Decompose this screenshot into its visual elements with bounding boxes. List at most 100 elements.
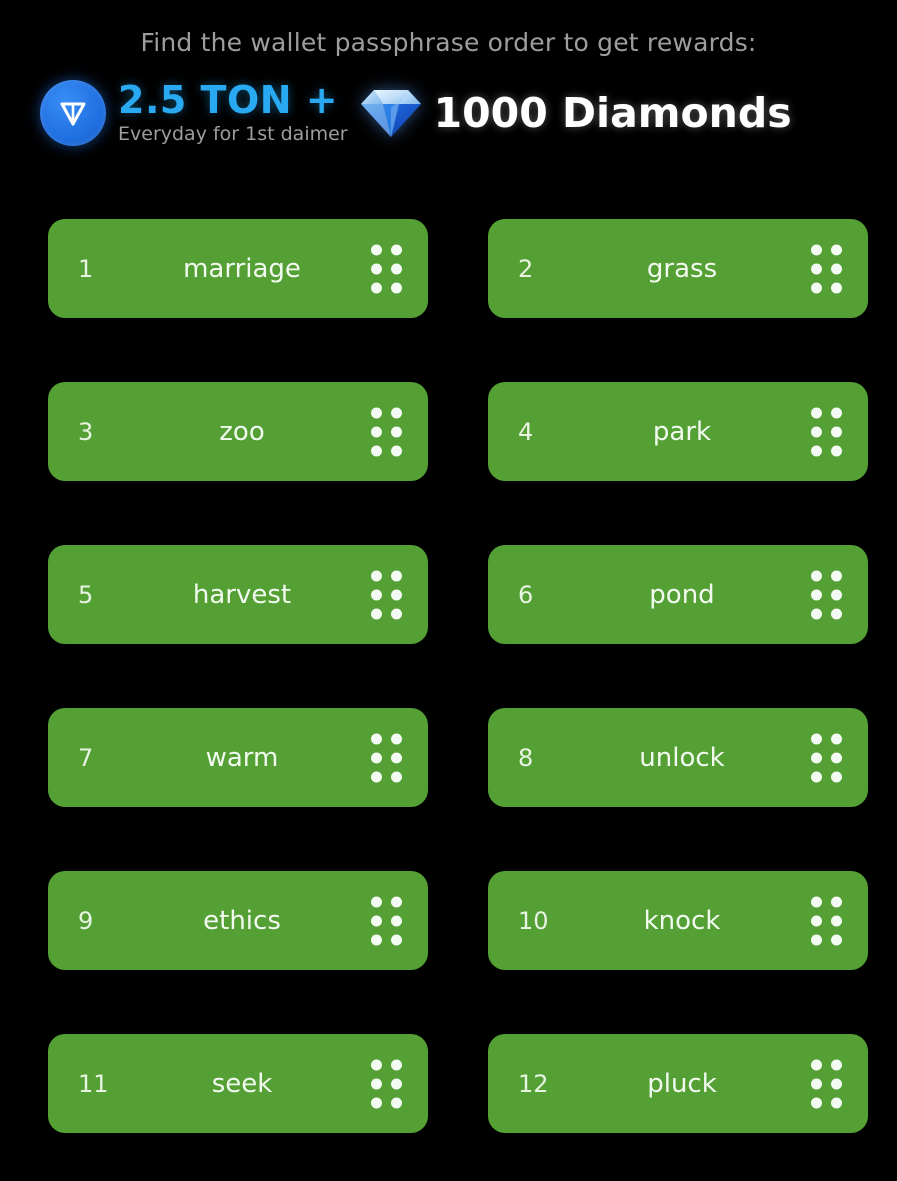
drag-handle-dots-icon[interactable] bbox=[371, 896, 402, 945]
drag-handle-dot bbox=[371, 733, 382, 744]
drag-handle-dots-icon[interactable] bbox=[811, 896, 842, 945]
drag-handle-dot bbox=[391, 570, 402, 581]
drag-handle-dot bbox=[391, 263, 402, 274]
drag-handle-dot bbox=[811, 282, 822, 293]
drag-handle-dot bbox=[811, 1097, 822, 1108]
drag-handle-dot bbox=[811, 445, 822, 456]
drag-handle-dots-icon[interactable] bbox=[811, 733, 842, 782]
drag-handle-dot bbox=[831, 589, 842, 600]
drag-handle-dot bbox=[391, 1078, 402, 1089]
word-index: 3 bbox=[78, 417, 94, 446]
word-index: 2 bbox=[518, 254, 534, 283]
drag-handle-dot bbox=[831, 896, 842, 907]
drag-handle-dots-icon[interactable] bbox=[371, 733, 402, 782]
drag-handle-dot bbox=[831, 445, 842, 456]
drag-handle-dot bbox=[831, 263, 842, 274]
drag-handle-dots-icon[interactable] bbox=[371, 407, 402, 456]
word-index: 11 bbox=[78, 1069, 109, 1098]
passphrase-word-grid: 1 marriage 2 grass 3 zoo 4 park 5 harvest 6 pond 7 wa… bbox=[48, 219, 868, 1133]
drag-handle-dot bbox=[391, 771, 402, 782]
drag-handle-dot bbox=[811, 915, 822, 926]
drag-handle-dot bbox=[831, 752, 842, 763]
drag-handle-dot bbox=[831, 1097, 842, 1108]
drag-handle-dot bbox=[831, 1059, 842, 1070]
drag-handle-dot bbox=[371, 752, 382, 763]
drag-handle-dots-icon[interactable] bbox=[811, 570, 842, 619]
word-index: 7 bbox=[78, 743, 94, 772]
drag-handle-dot bbox=[391, 589, 402, 600]
drag-handle-dot bbox=[371, 1097, 382, 1108]
drag-handle-dot bbox=[831, 426, 842, 437]
drag-handle-dot bbox=[371, 570, 382, 581]
drag-handle-dot bbox=[371, 896, 382, 907]
word-card[interactable]: 8 unlock bbox=[488, 708, 868, 807]
drag-handle-dot bbox=[371, 608, 382, 619]
drag-handle-dot bbox=[831, 570, 842, 581]
rewards-row: 2.5 TON + Everyday for 1st daimer 1000 D… bbox=[0, 72, 897, 154]
drag-handle-dot bbox=[831, 771, 842, 782]
drag-handle-dot bbox=[391, 915, 402, 926]
word-card[interactable]: 11 seek bbox=[48, 1034, 428, 1133]
word-card[interactable]: 12 pluck bbox=[488, 1034, 868, 1133]
drag-handle-dot bbox=[391, 608, 402, 619]
drag-handle-dot bbox=[391, 752, 402, 763]
drag-handle-dot bbox=[371, 263, 382, 274]
diamond-gem-icon bbox=[358, 86, 424, 140]
word-card[interactable]: 9 ethics bbox=[48, 871, 428, 970]
drag-handle-dot bbox=[371, 934, 382, 945]
drag-handle-dot bbox=[811, 934, 822, 945]
word-card[interactable]: 1 marriage bbox=[48, 219, 428, 318]
word-index: 4 bbox=[518, 417, 534, 446]
drag-handle-dot bbox=[391, 733, 402, 744]
drag-handle-dot bbox=[811, 244, 822, 255]
word-index: 10 bbox=[518, 906, 549, 935]
drag-handle-dot bbox=[831, 934, 842, 945]
drag-handle-dot bbox=[391, 445, 402, 456]
drag-handle-dot bbox=[391, 244, 402, 255]
drag-handle-dot bbox=[811, 1078, 822, 1089]
word-card[interactable]: 10 knock bbox=[488, 871, 868, 970]
drag-handle-dot bbox=[831, 282, 842, 293]
word-card[interactable]: 7 warm bbox=[48, 708, 428, 807]
drag-handle-dot bbox=[391, 1059, 402, 1070]
drag-handle-dot bbox=[811, 1059, 822, 1070]
word-card[interactable]: 3 zoo bbox=[48, 382, 428, 481]
drag-handle-dot bbox=[371, 426, 382, 437]
drag-handle-dot bbox=[371, 771, 382, 782]
drag-handle-dots-icon[interactable] bbox=[371, 570, 402, 619]
drag-handle-dot bbox=[831, 733, 842, 744]
drag-handle-dot bbox=[391, 1097, 402, 1108]
reward-diamonds: 1000 Diamonds bbox=[358, 86, 792, 140]
drag-handle-dots-icon[interactable] bbox=[811, 407, 842, 456]
rewards-header: Find the wallet passphrase order to get … bbox=[0, 0, 897, 154]
word-index: 12 bbox=[518, 1069, 549, 1098]
word-card[interactable]: 5 harvest bbox=[48, 545, 428, 644]
drag-handle-dots-icon[interactable] bbox=[811, 1059, 842, 1108]
drag-handle-dot bbox=[831, 915, 842, 926]
drag-handle-dot bbox=[371, 282, 382, 293]
drag-handle-dot bbox=[371, 915, 382, 926]
word-index: 5 bbox=[78, 580, 94, 609]
drag-handle-dot bbox=[811, 752, 822, 763]
drag-handle-dot bbox=[371, 244, 382, 255]
word-card[interactable]: 4 park bbox=[488, 382, 868, 481]
drag-handle-dots-icon[interactable] bbox=[811, 244, 842, 293]
drag-handle-dot bbox=[811, 589, 822, 600]
drag-handle-dot bbox=[811, 426, 822, 437]
diamond-amount: 1000 Diamonds bbox=[433, 88, 792, 137]
drag-handle-dot bbox=[811, 896, 822, 907]
drag-handle-dot bbox=[391, 407, 402, 418]
drag-handle-dot bbox=[371, 589, 382, 600]
drag-handle-dots-icon[interactable] bbox=[371, 1059, 402, 1108]
drag-handle-dot bbox=[811, 263, 822, 274]
ton-subtitle: Everyday for 1st daimer bbox=[118, 123, 348, 146]
ton-text-block: 2.5 TON + Everyday for 1st daimer bbox=[118, 81, 348, 145]
word-card[interactable]: 2 grass bbox=[488, 219, 868, 318]
ton-coin-icon bbox=[40, 80, 106, 146]
drag-handle-dots-icon[interactable] bbox=[371, 244, 402, 293]
word-card[interactable]: 6 pond bbox=[488, 545, 868, 644]
drag-handle-dot bbox=[811, 407, 822, 418]
drag-handle-dot bbox=[371, 407, 382, 418]
page-title: Find the wallet passphrase order to get … bbox=[140, 28, 757, 57]
reward-ton: 2.5 TON + Everyday for 1st daimer bbox=[40, 80, 348, 146]
